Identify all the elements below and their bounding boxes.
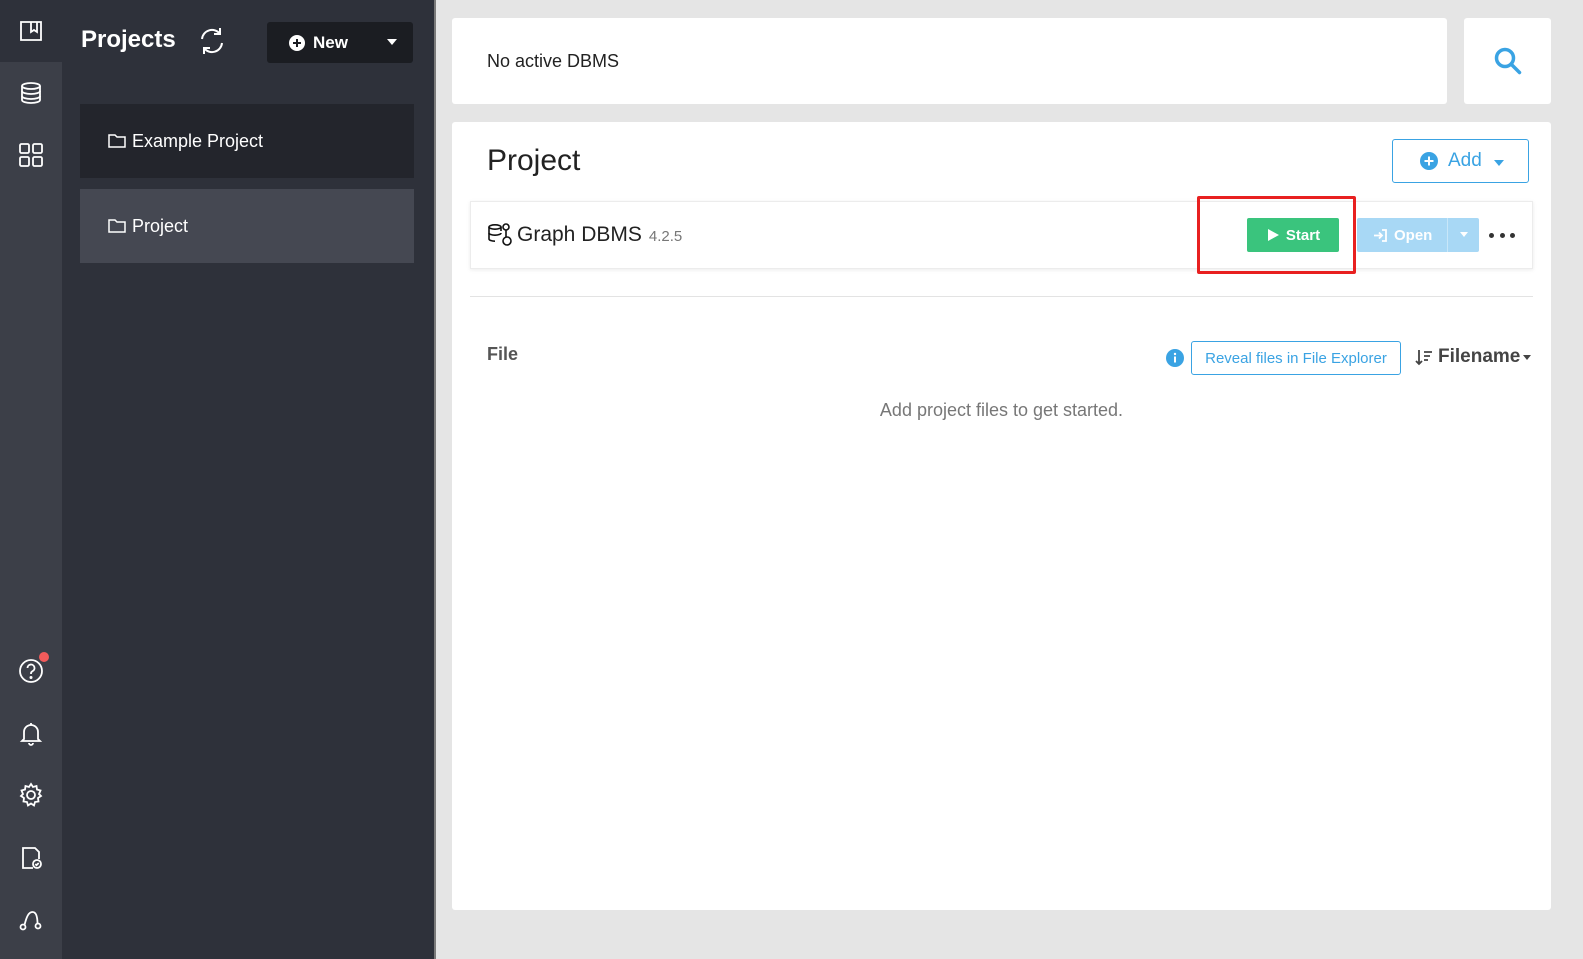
file-section-label: File [487,344,519,364]
project-item-example-project[interactable]: Example Project [80,104,414,178]
dbms-name: Graph DBMS [517,223,642,246]
ellipsis-icon [1499,232,1505,238]
empty-files-message: Add project files to get started. [879,400,1124,420]
apps-nav-button[interactable] [0,124,62,186]
search-button[interactable] [1464,18,1551,104]
dbms-status-bar: No active DBMS [452,18,1447,104]
settings-nav-button[interactable] [0,764,62,826]
reveal-files-button[interactable]: Reveal files in File Explorer [1191,341,1401,375]
panel-divider [434,0,436,959]
plus-circle-icon [1420,152,1438,170]
graph-database-icon [488,223,512,246]
dbms-status-text: No active DBMS [487,50,620,71]
open-button-divider [1447,218,1448,252]
add-button[interactable]: Add [1392,139,1529,183]
new-project-button[interactable]: New [267,22,413,63]
plus-circle-icon [289,34,305,51]
project-item-project[interactable]: Project [80,189,414,263]
sort-icon [1415,350,1432,366]
folder-icon [108,134,126,148]
open-button-label: Open [1394,226,1433,244]
project-item-label: Project [132,215,189,236]
info-icon[interactable] [1166,349,1184,367]
sort-dropdown[interactable]: Filename [1415,346,1532,368]
dbms-version: 4.2.5 [648,228,683,245]
project-item-label: Example Project [132,130,264,151]
chevron-down-icon [1523,354,1532,360]
help-nav-button[interactable] [0,640,62,702]
more-options-button[interactable] [1489,225,1515,245]
license-nav-button[interactable] [0,827,62,889]
graph-apps-nav-button[interactable] [0,888,62,950]
graph-link-icon [19,911,42,931]
chevron-down-icon[interactable] [1460,232,1468,237]
projects-title: Projects [81,26,176,53]
sign-in-icon [1374,228,1387,242]
database-icon [21,82,41,104]
search-icon [1494,47,1521,75]
database-nav-button[interactable] [0,62,62,124]
refresh-icon[interactable] [195,24,229,58]
grid-icon [19,143,43,167]
play-icon [1267,229,1279,241]
icon-rail [0,0,62,959]
section-divider [470,296,1533,297]
ellipsis-icon [1489,232,1494,238]
ellipsis-icon [1510,232,1515,238]
document-check-icon [22,847,42,869]
bell-icon [19,723,43,746]
notification-dot [39,652,49,662]
chevron-down-icon[interactable] [387,39,397,45]
folder-icon [108,219,126,233]
window-edge [1564,0,1583,959]
book-icon [20,21,42,41]
sort-label: Filename [1438,346,1521,367]
chevron-down-icon [1494,160,1504,166]
projects-panel: Projects New Example Project Project [62,0,434,959]
notifications-nav-button[interactable] [0,702,62,764]
new-button-label: New [313,32,348,52]
start-button[interactable]: Start [1247,218,1339,252]
add-button-label: Add [1448,150,1482,171]
start-button-label: Start [1285,226,1321,244]
gear-icon [19,782,43,807]
projects-nav-button[interactable] [0,0,62,62]
open-button[interactable]: Open [1357,218,1479,252]
page-title: Project [487,144,581,177]
